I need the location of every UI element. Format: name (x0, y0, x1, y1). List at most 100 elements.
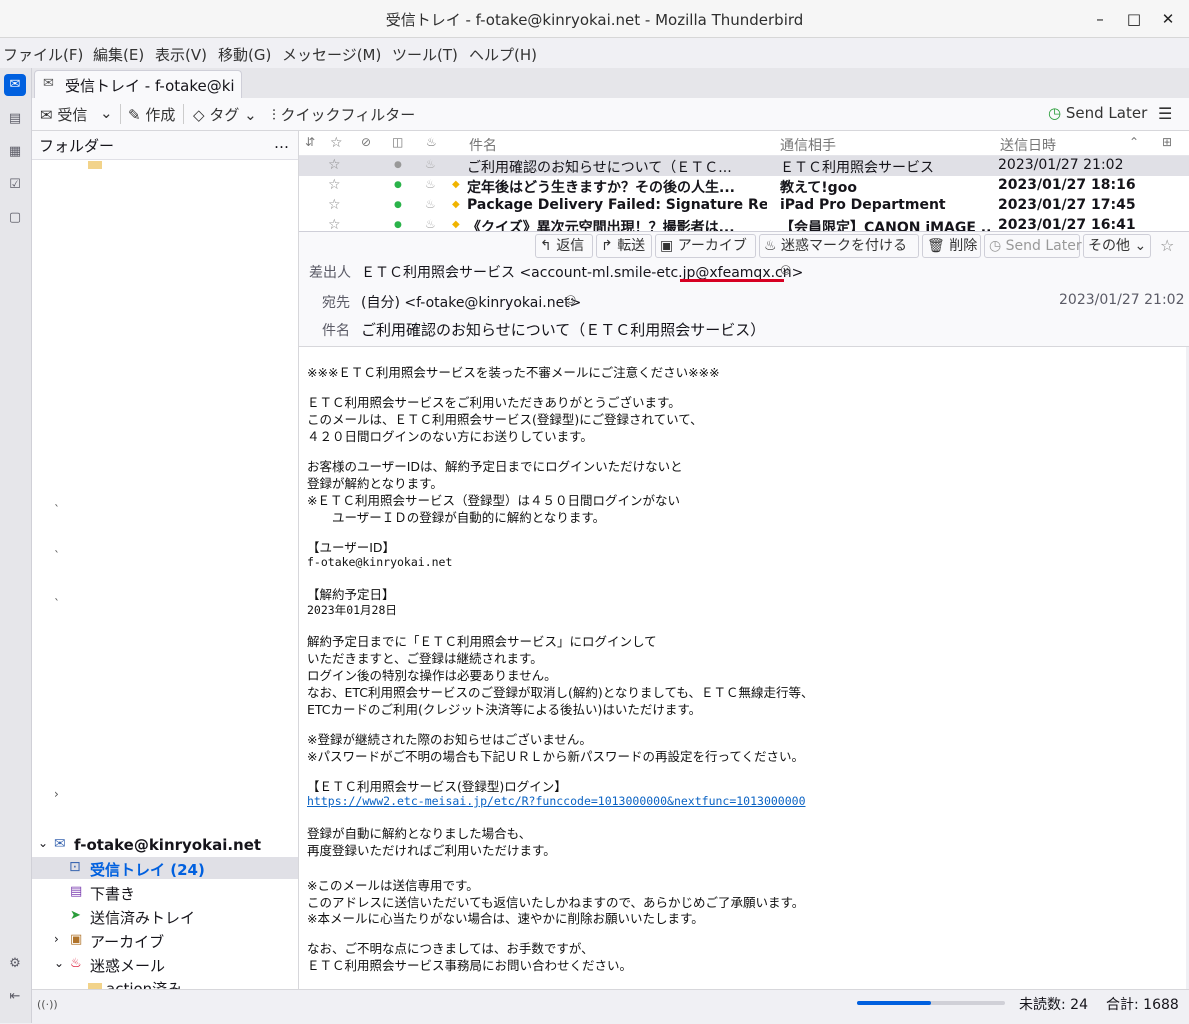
collapse-spaces-icon[interactable]: ⇤ (4, 986, 26, 1008)
read-column-icon[interactable]: ◫ (392, 135, 403, 149)
junk-status-icon[interactable]: ♨ (425, 217, 436, 231)
thread-row[interactable]: ☆ ● ♨ ◆ Package Delivery Failed: Signature R… (299, 196, 1189, 216)
thread-row[interactable]: ☆ ● ♨ ◆ 定年後はどう生きますか？その後の人生... 教えて!goo 2023/01/… (299, 176, 1189, 196)
contact-icon[interactable]: ☺ (565, 294, 576, 307)
menu-go[interactable]: 移動(G) (218, 44, 271, 65)
junk-flame-icon: ♨ (764, 238, 777, 254)
folder-pane-more-icon[interactable]: … (274, 134, 289, 152)
tab-inbox[interactable]: ✉ 受信トレイ - f-otake@kin (34, 70, 242, 98)
tree-twisty-icon: ˋ (54, 503, 60, 517)
reply-icon: ↰ (540, 238, 552, 254)
inbox-icon: ⊡ (69, 859, 81, 875)
status-bar: ((·)) 未読数: 24 合計: 1688 (32, 989, 1189, 1024)
toolbar-divider (120, 104, 121, 124)
star-icon[interactable]: ☆ (328, 197, 341, 213)
star-icon[interactable]: ☆ (1160, 236, 1174, 255)
reply-button[interactable]: ↰ 返信 (535, 234, 593, 258)
expand-chevron-icon[interactable]: › (54, 932, 59, 946)
menu-tools[interactable]: ツール(T) (392, 44, 458, 65)
trash-icon: 🗑 (927, 238, 945, 254)
read-status-icon[interactable]: ● (394, 180, 402, 190)
get-messages-button[interactable]: ✉ 受信 (40, 104, 87, 125)
login-link[interactable]: https://www2.etc-meisai.jp/etc/R?funccod… (307, 794, 806, 808)
account-mail-icon: ✉ (54, 836, 66, 852)
thread-column-header: ⇵ ☆ ⊘ ◫ ♨ 件名 通信相手 送信日時 ⌃ ⊞ (299, 131, 1189, 156)
star-icon[interactable]: ☆ (328, 177, 341, 193)
tree-twisty-icon: ˋ (54, 549, 60, 563)
star-icon[interactable]: ☆ (328, 157, 341, 173)
mail-space-icon[interactable]: ✉ (4, 74, 26, 96)
write-label: 作成 (145, 106, 176, 124)
read-status-icon[interactable]: ● (394, 220, 402, 230)
calendar-icon[interactable]: ▦ (4, 141, 26, 163)
attachment-column-icon[interactable]: ⊘ (361, 135, 371, 149)
star-column-icon[interactable]: ☆ (330, 135, 343, 151)
junk-column-icon[interactable]: ♨ (426, 135, 437, 149)
body-line-userid: f-otake@kinryokai.net (307, 555, 453, 569)
write-button[interactable]: ✎ 作成 (128, 104, 175, 125)
folder-sent-label[interactable]: 送信済みトレイ (90, 907, 195, 928)
contact-icon[interactable]: ☺ (780, 264, 791, 277)
forward-button[interactable]: ↱ 転送 (596, 234, 652, 258)
other-actions-button[interactable]: その他 ⌄ (1083, 234, 1151, 258)
correspondent-column-header[interactable]: 通信相手 (780, 135, 836, 155)
folder-inbox-label: 受信トレイ (24) (90, 861, 205, 879)
thread-column-icon[interactable]: ⇵ (305, 135, 315, 149)
folder-archive-label[interactable]: アーカイブ (90, 931, 164, 952)
folder-inbox-row[interactable]: ⊡ 受信トレイ (24) (32, 857, 298, 879)
account-name[interactable]: f-otake@kinryokai.net (74, 836, 261, 854)
address-book-icon[interactable]: ▤ (4, 108, 26, 130)
maximize-button[interactable]: □ (1123, 8, 1145, 30)
archive-button[interactable]: ▣ アーカイブ (655, 234, 756, 258)
read-status-icon[interactable]: ● (394, 200, 402, 210)
body-line: ※パスワードがご不明の場合も下記ＵＲＬから新パスワードの再設定を行ってください。 (307, 749, 804, 764)
folder-drafts-label[interactable]: 下書き (90, 883, 135, 904)
tag-button[interactable]: ◇ タグ ⌄ (193, 104, 257, 125)
sort-ascending-icon[interactable]: ⌃ (1129, 135, 1139, 149)
minimize-button[interactable]: – (1089, 8, 1111, 30)
tab-label: 受信トレイ - f-otake@kin (65, 77, 235, 95)
delete-button[interactable]: 🗑 削除 (922, 234, 981, 258)
collapse-chevron-icon[interactable]: ⌄ (54, 956, 64, 970)
to-value[interactable]: (自分) <f-otake@kinryokai.net> (361, 292, 581, 312)
send-later-header-button[interactable]: ◷ Send Later (984, 234, 1082, 258)
drafts-icon: ▤ (70, 884, 83, 899)
junk-status-icon[interactable]: ♨ (425, 157, 436, 171)
settings-gear-icon[interactable]: ⚙ (4, 953, 26, 975)
progress-bar (857, 1001, 1005, 1005)
folder-junk-label[interactable]: 迷惑メール (90, 955, 165, 976)
menu-file[interactable]: ファイル(F) (3, 44, 83, 65)
menu-help[interactable]: ヘルプ(H) (469, 44, 537, 65)
other-label: その他 (1088, 238, 1130, 254)
thread-pane: ⇵ ☆ ⊘ ◫ ♨ 件名 通信相手 送信日時 ⌃ ⊞ ☆ ● ♨ ご利用確認のお知らせ… (299, 131, 1189, 232)
column-picker-icon[interactable]: ⊞ (1162, 135, 1172, 149)
subject-column-header[interactable]: 件名 (469, 135, 497, 155)
archive-icon: ▣ (70, 932, 83, 947)
star-icon[interactable]: ☆ (328, 217, 341, 231)
tasks-icon[interactable]: ☑ (4, 174, 26, 196)
read-status-icon[interactable]: ● (394, 160, 402, 170)
send-later-button[interactable]: ◷ Send Later (1048, 104, 1147, 122)
menu-view[interactable]: 表示(V) (155, 44, 207, 65)
thread-date: 2023/01/27 16:41 (998, 217, 1136, 232)
get-messages-dropdown[interactable]: ⌄ (100, 104, 113, 122)
junk-button[interactable]: ♨ 迷惑マークを付ける (759, 234, 919, 258)
folder-action-label[interactable]: action済み (106, 978, 182, 989)
date-column-header[interactable]: 送信日時 (1000, 135, 1056, 155)
quick-filter-button[interactable]: ⫶ クイックフィルター (272, 104, 415, 125)
close-button[interactable]: ✕ (1157, 8, 1179, 30)
thread-row[interactable]: ☆ ● ♨ ご利用確認のお知らせについて（ＥＴＣ... ＥＴＣ利用照会サービス 2023/… (299, 156, 1189, 176)
chat-icon[interactable]: ▢ (4, 207, 26, 229)
menu-edit[interactable]: 編集(E) (93, 44, 144, 65)
download-icon: ✉ (40, 106, 53, 124)
spaces-toolbar: ✉ ▤ ▦ ☑ ▢ ⚙ ⇤ (0, 68, 32, 1023)
account-collapse-chevron-icon[interactable]: ⌄ (38, 836, 48, 850)
junk-status-icon[interactable]: ♨ (425, 177, 436, 191)
junk-status-icon[interactable]: ♨ (425, 197, 436, 211)
body-line: ４２０日間ログインのない方にお送りしています。 (307, 429, 593, 444)
unread-count: 未読数: 24 (1019, 997, 1088, 1013)
online-status-icon[interactable]: ((·)) (37, 998, 58, 1011)
app-menu-icon[interactable]: ☰ (1158, 104, 1172, 123)
thread-row[interactable]: ☆ ● ♨ ◆ 《クイズ》異次元空間出現！？撮影者は... 【会員限定】CANON iMA… (299, 216, 1189, 232)
menu-message[interactable]: メッセージ(M) (282, 44, 381, 65)
